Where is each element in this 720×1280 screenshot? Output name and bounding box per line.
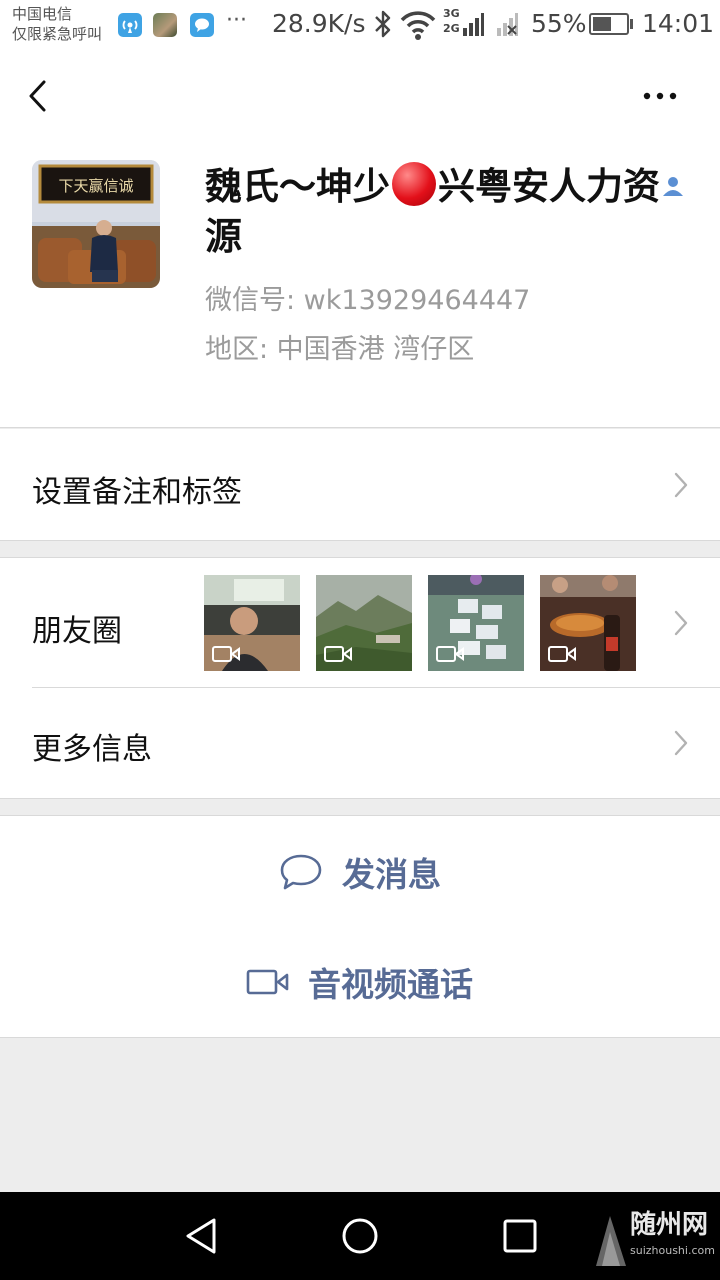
video-camera-icon [212,646,240,662]
carrier-name: 中国电信 [12,5,73,23]
network-type-3g: 3G [443,7,460,20]
moments-thumbnail[interactable] [316,575,412,671]
bluetooth-icon [372,10,394,44]
chat-bubble-icon [280,854,322,890]
no-signal-icon [496,12,518,36]
watermark-url: suizhoushi.com [630,1244,715,1257]
ellipsis-icon [643,92,677,100]
clock: 14:01 [642,9,715,38]
battery-icon [589,13,629,35]
chevron-right-icon [674,730,688,756]
video-camera-icon [246,969,289,995]
network-type-2g: 2G [443,22,460,35]
chevron-right-icon [674,610,688,636]
triangle-back-icon [186,1218,216,1254]
chevron-left-icon [29,80,46,112]
profile-header: 下天赢信诚 魏氏～坤少 兴粤安人力资源 微信号: wk13929464447 地区… [0,50,720,428]
wechat-id: 微信号: wk13929464447 [205,285,531,316]
video-camera-icon [436,646,464,662]
person-gender-icon [661,174,685,198]
send-message-button[interactable]: 发消息 [0,815,720,927]
chevron-right-icon [674,472,688,498]
more-notifications-icon: ··· [226,8,247,33]
watermark-text: 随州网 [630,1210,709,1240]
voice-video-call-label: 音视频通话 [308,965,473,1004]
hotspot-notification-icon [118,13,142,37]
battery-tip [630,19,633,29]
more-options-button[interactable] [640,86,680,106]
nav-home-button[interactable] [338,1214,382,1258]
voice-video-call-button[interactable]: 音视频通话 [0,926,720,1038]
avatar-plaque-text: 下天赢信诚 [58,177,133,195]
contact-name: 魏氏～坤少 兴粤安人力资源 [205,162,695,262]
battery-level-fill [593,17,611,31]
more-info-label: 更多信息 [32,732,152,767]
nav-back-button[interactable] [180,1214,224,1258]
region: 地区: 中国香港 湾仔区 [205,334,475,365]
signal-strength-icon [462,12,484,36]
info-group: 朋友圈 更多信息 [0,557,720,799]
watermark-logo-icon [596,1216,626,1266]
moments-thumbnail[interactable] [540,575,636,671]
navigation-bar: 随州网 suizhoushi.com [0,1192,720,1280]
avatar[interactable]: 下天赢信诚 [32,160,160,288]
status-bar: 中国电信 仅限紧急呼叫 ··· 28.9K/s 3G 2G 55% 14:01 [0,0,720,50]
network-type: 3G 2G [443,6,460,36]
video-camera-icon [548,646,576,662]
photo-notification-icon [153,13,177,37]
back-button[interactable] [24,76,54,116]
battery-percentage: 55% [531,9,587,38]
carrier-info: 中国电信 仅限紧急呼叫 [12,4,102,44]
divider [32,687,720,688]
message-notification-icon [190,13,214,37]
circle-home-icon [342,1218,378,1254]
moments-thumbnail[interactable] [428,575,524,671]
square-recents-icon [503,1219,537,1253]
send-message-label: 发消息 [342,855,441,894]
moments-label: 朋友圈 [32,614,122,649]
nav-recents-button[interactable] [498,1214,542,1258]
set-remark-and-tags-label: 设置备注和标签 [32,475,242,510]
network-speed: 28.9K/s [272,9,366,38]
moments-thumbnail[interactable] [204,575,300,671]
video-camera-icon [324,646,352,662]
site-watermark: 随州网 suizhoushi.com [590,1202,715,1272]
set-remark-and-tags-row[interactable]: 设置备注和标签 [0,429,720,541]
emergency-only-label: 仅限紧急呼叫 [12,25,103,43]
contact-name-part1: 魏氏～坤少 [205,165,390,208]
wifi-icon [400,8,436,42]
red-circle-emoji-icon [392,162,436,206]
